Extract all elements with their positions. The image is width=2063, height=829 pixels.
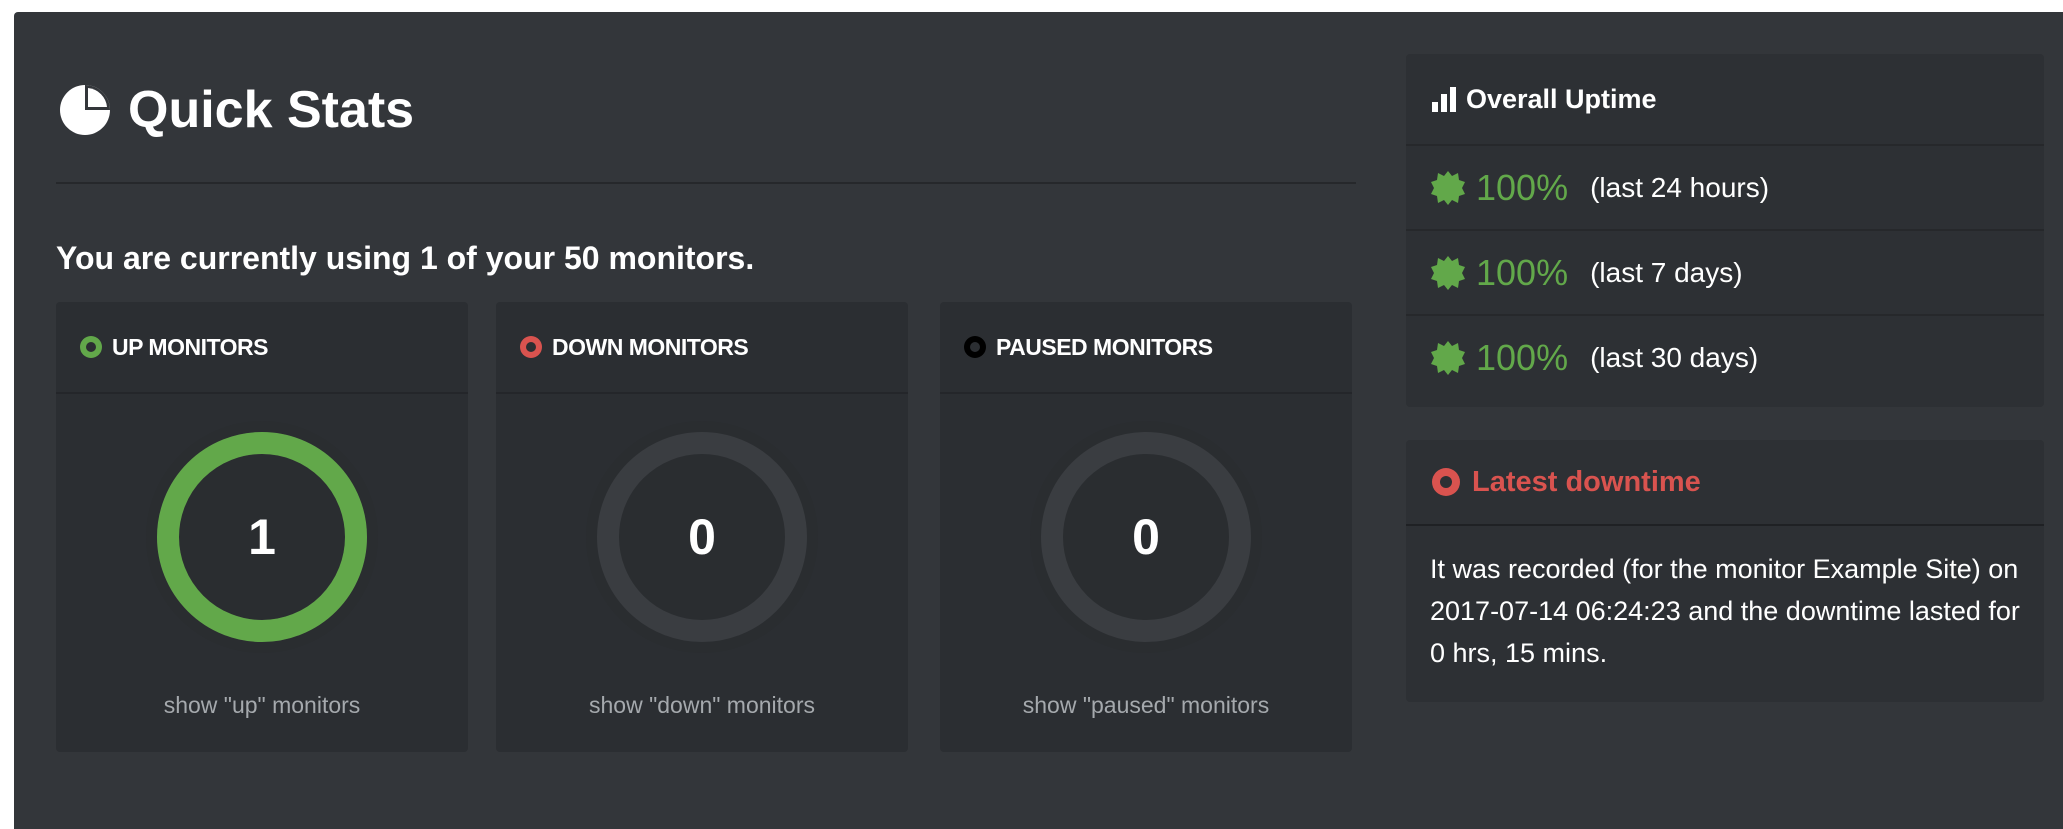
show-up-monitors-link[interactable]: show "up" monitors [56, 692, 468, 719]
overall-uptime-title: Overall Uptime [1466, 83, 1657, 114]
show-paused-monitors-link[interactable]: show "paused" monitors [940, 692, 1352, 719]
uptime-percent: 100% [1476, 166, 1569, 208]
page-title: Quick Stats [58, 81, 415, 139]
paused-monitors-card: PAUSED MONITORS 0 show "paused" monitors [940, 302, 1352, 752]
card-header: DOWN MONITORS [496, 302, 908, 394]
overall-uptime-header: Overall Uptime [1406, 54, 2044, 146]
uptime-percent: 100% [1476, 336, 1569, 378]
latest-downtime-header: Latest downtime [1406, 440, 2044, 526]
gauge-value: 0 [1132, 509, 1160, 565]
overall-uptime-panel: Overall Uptime 100% (last 24 hours) 100%… [1406, 54, 2044, 407]
alert-circle-icon [1432, 468, 1460, 496]
status-dot-icon [964, 336, 986, 358]
card-label: UP MONITORS [112, 333, 268, 360]
uptime-row: 100% (last 24 hours) [1406, 146, 2044, 231]
seal-badge-icon [1431, 170, 1465, 205]
divider [56, 182, 1356, 184]
gauge-value: 1 [248, 509, 276, 565]
dashboard-panel: Quick Stats You are currently using 1 of… [14, 12, 2063, 829]
uptime-percent: 100% [1476, 251, 1569, 293]
uptime-row: 100% (last 30 days) [1406, 316, 2044, 399]
uptime-period: (last 24 hours) [1590, 171, 1770, 203]
uptime-period: (last 7 days) [1590, 256, 1743, 288]
usage-summary: You are currently using 1 of your 50 mon… [56, 240, 755, 276]
uptime-row: 100% (last 7 days) [1406, 231, 2044, 316]
status-dot-icon [80, 336, 102, 358]
uptime-period: (last 30 days) [1590, 341, 1759, 373]
seal-badge-icon [1431, 255, 1465, 290]
seal-badge-icon [1431, 340, 1465, 375]
card-header: UP MONITORS [56, 302, 468, 394]
latest-downtime-title: Latest downtime [1472, 465, 1701, 498]
card-label: DOWN MONITORS [552, 333, 749, 360]
up-monitors-card: UP MONITORS 1 show "up" monitors [56, 302, 468, 752]
bar-chart-icon [1432, 87, 1456, 112]
show-down-monitors-link[interactable]: show "down" monitors [496, 692, 908, 719]
down-monitors-card: DOWN MONITORS 0 show "down" monitors [496, 302, 908, 752]
pie-chart-icon [60, 85, 110, 135]
gauge-value: 0 [688, 509, 716, 565]
latest-downtime-text: It was recorded (for the monitor Example… [1430, 554, 2020, 668]
card-label: PAUSED MONITORS [996, 333, 1213, 360]
page-title-text: Quick Stats [128, 81, 415, 139]
card-header: PAUSED MONITORS [940, 302, 1352, 394]
latest-downtime-panel: Latest downtime It was recorded (for the… [1406, 440, 2044, 702]
status-dot-icon [520, 336, 542, 358]
